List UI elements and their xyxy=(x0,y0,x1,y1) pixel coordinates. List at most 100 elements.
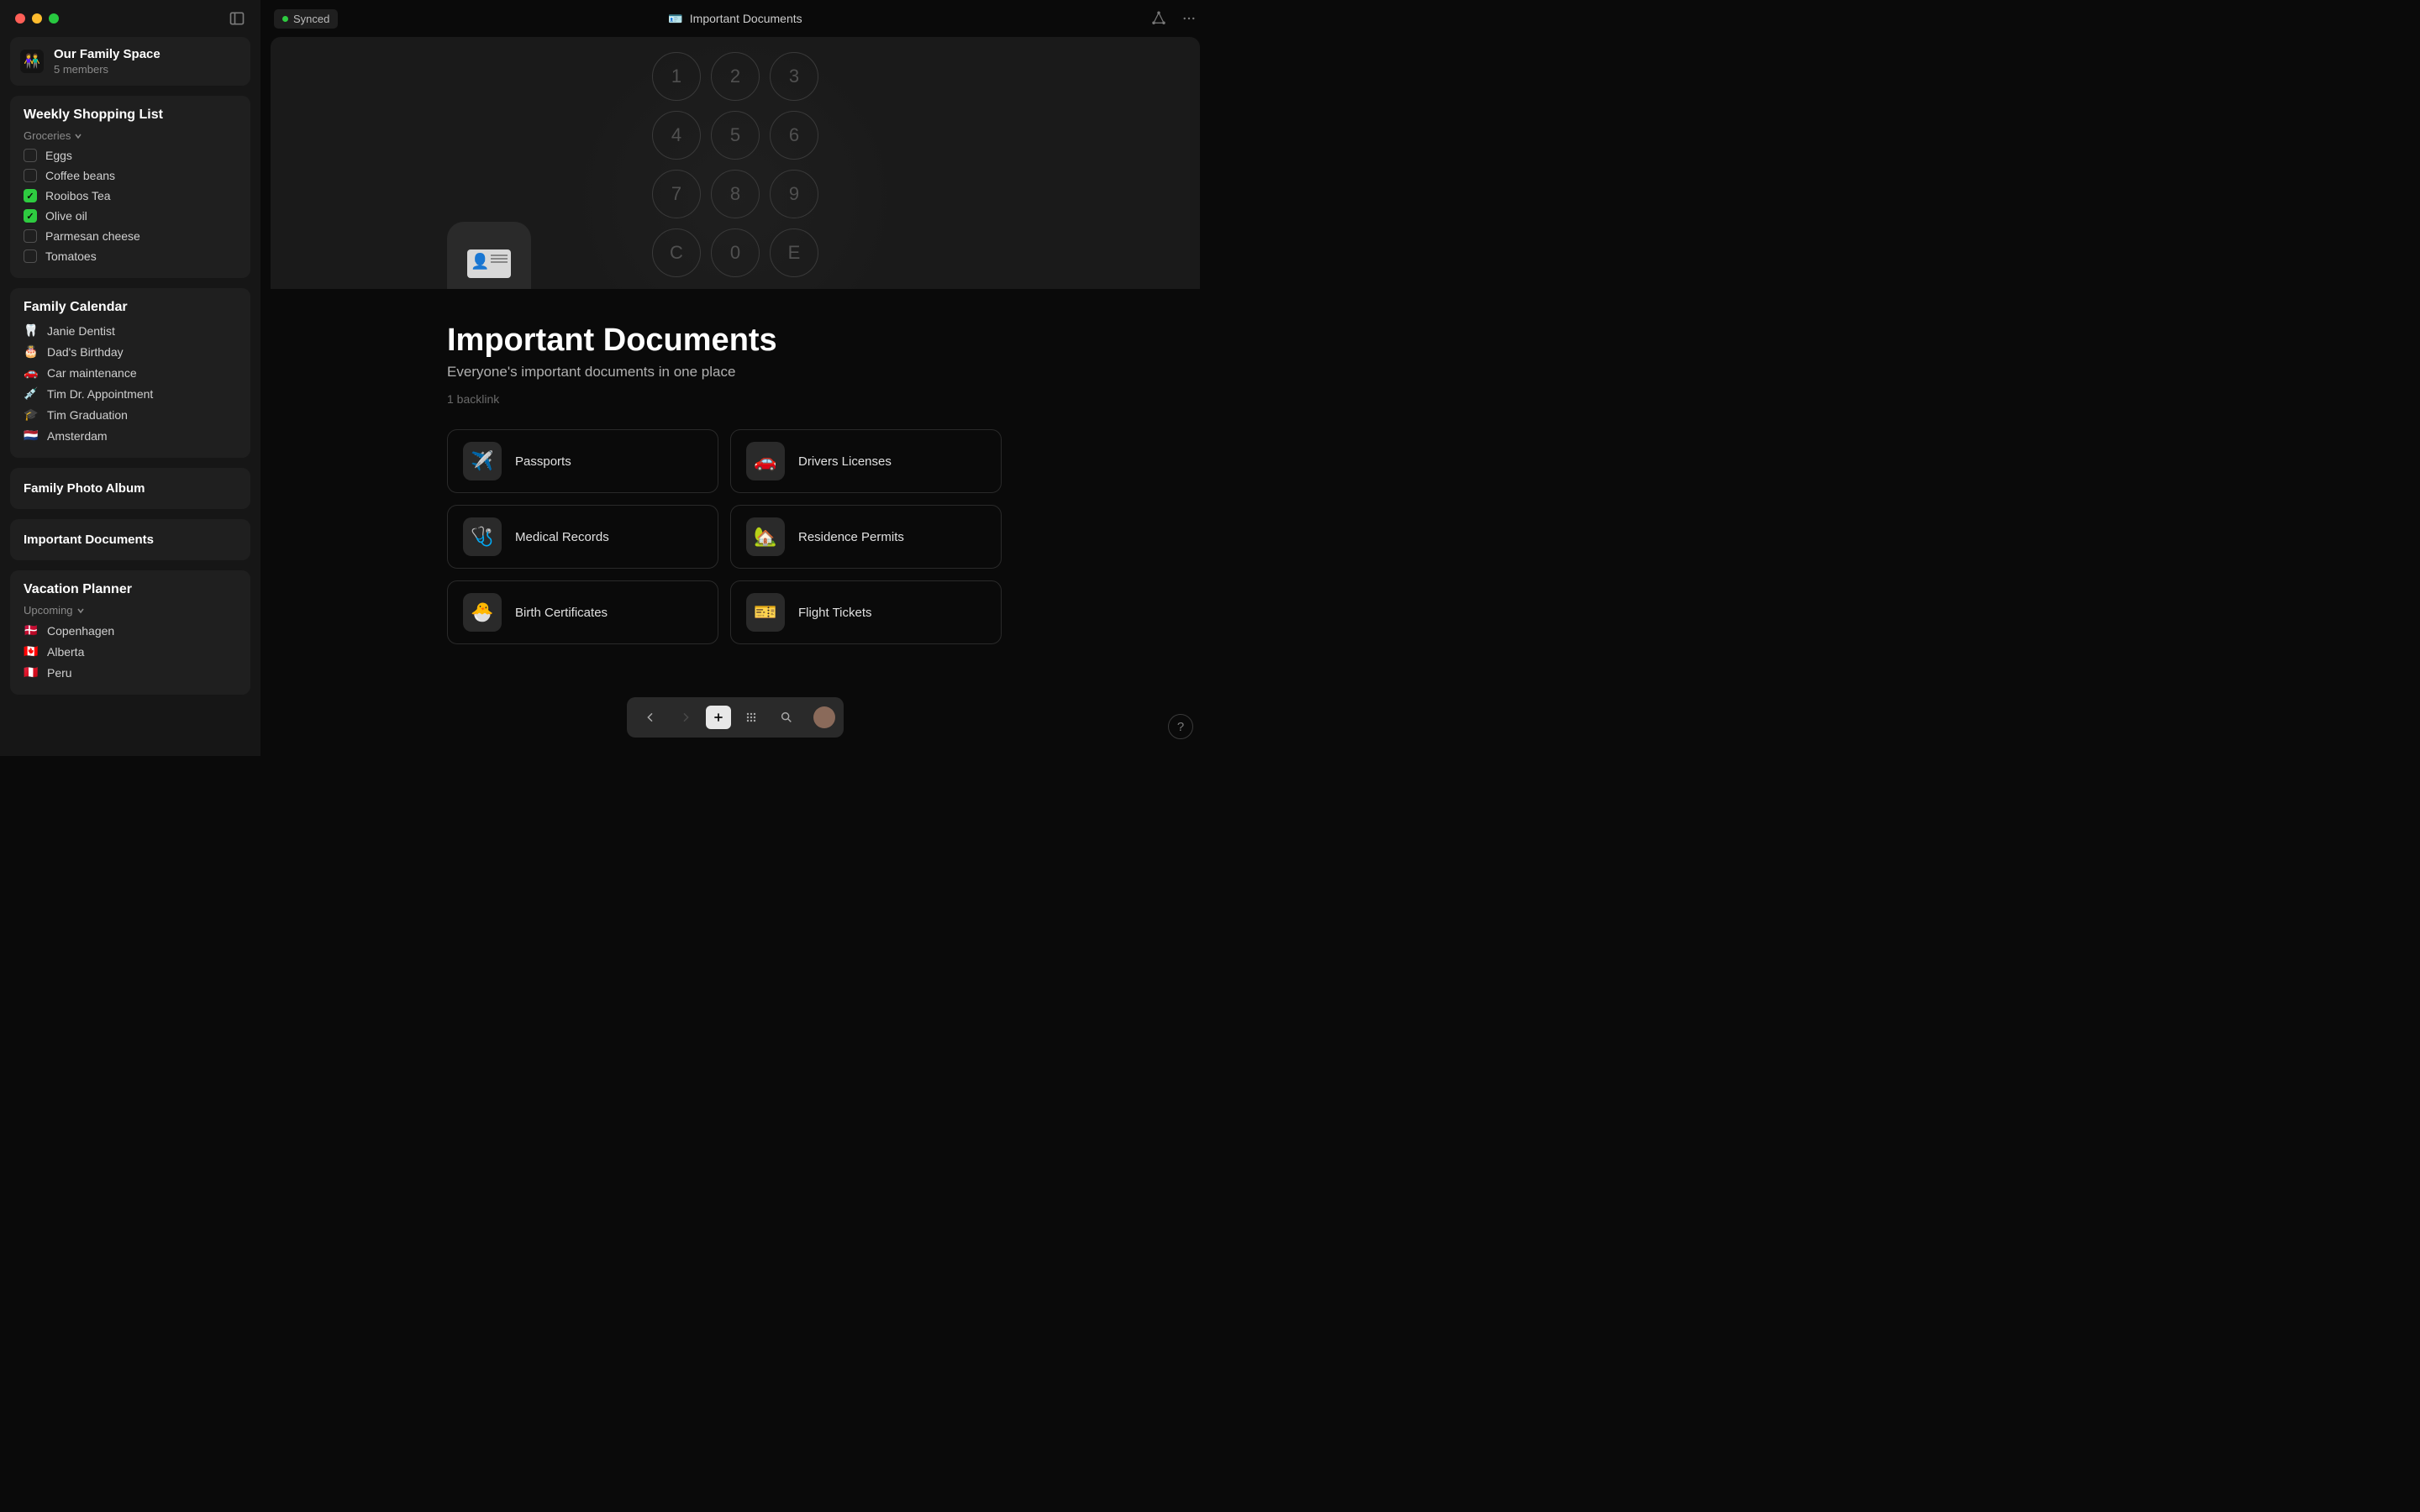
calendar-item-label: Tim Graduation xyxy=(47,408,128,422)
document-label: Drivers Licenses xyxy=(798,454,892,469)
keypad-key: 1 xyxy=(652,52,701,101)
calendar-item-label: Car maintenance xyxy=(47,366,137,380)
vacation-item[interactable]: 🇵🇪 Peru xyxy=(24,662,237,683)
shopping-item-label: Eggs xyxy=(45,149,72,162)
document-card[interactable]: 🐣 Birth Certificates xyxy=(447,580,718,644)
main-area: Synced 🪪 Important Documents 123456789C0… xyxy=(260,0,1210,756)
shopping-item[interactable]: Eggs xyxy=(24,145,237,165)
topbar: Synced 🪪 Important Documents xyxy=(260,0,1210,37)
workspace-name: Our Family Space xyxy=(54,47,160,61)
document-icon: 🚗 xyxy=(746,442,785,480)
shopping-item[interactable]: Tomatoes xyxy=(24,246,237,266)
nav-forward-button[interactable] xyxy=(671,704,701,731)
keypad-key: 7 xyxy=(652,170,701,218)
sync-badge[interactable]: Synced xyxy=(274,9,338,29)
add-button[interactable] xyxy=(706,706,731,729)
checkbox[interactable] xyxy=(24,189,37,202)
maximize-window-button[interactable] xyxy=(49,13,59,24)
calendar-item-emoji: 🎓 xyxy=(24,407,39,422)
apps-button[interactable] xyxy=(736,704,766,731)
vacation-item-label: Peru xyxy=(47,666,72,680)
checkbox[interactable] xyxy=(24,169,37,182)
checkbox[interactable] xyxy=(24,249,37,263)
close-window-button[interactable] xyxy=(15,13,25,24)
calendar-item-label: Janie Dentist xyxy=(47,324,115,338)
page-title[interactable]: Important Documents xyxy=(447,323,1023,359)
shopping-item-label: Rooibos Tea xyxy=(45,189,111,202)
vacation-subhead[interactable]: Upcoming xyxy=(24,604,237,617)
keypad-decoration: 123456789C0E xyxy=(652,52,818,277)
shopping-title: Weekly Shopping List xyxy=(24,108,237,123)
chevron-down-icon xyxy=(76,606,85,615)
calendar-item[interactable]: 🎂Dad's Birthday xyxy=(24,341,237,362)
toggle-sidebar-icon[interactable] xyxy=(229,10,245,27)
shopping-item-label: Parmesan cheese xyxy=(45,229,140,243)
calendar-item[interactable]: 🎓 Tim Graduation xyxy=(24,404,237,425)
keypad-key: 6 xyxy=(770,111,818,160)
search-button[interactable] xyxy=(771,704,802,731)
sync-label: Synced xyxy=(293,13,329,25)
keypad-key: 4 xyxy=(652,111,701,160)
id-card-icon xyxy=(467,249,511,278)
nav-back-button[interactable] xyxy=(635,704,666,731)
document-label: Flight Tickets xyxy=(798,606,872,620)
graph-icon[interactable] xyxy=(1151,11,1166,26)
traffic-lights xyxy=(15,13,59,24)
breadcrumb[interactable]: 🪪 Important Documents xyxy=(668,12,802,26)
checkbox[interactable] xyxy=(24,229,37,243)
calendar-item-emoji: 💉 xyxy=(24,386,39,401)
minimize-window-button[interactable] xyxy=(32,13,42,24)
shopping-item-label: Olive oil xyxy=(45,209,87,223)
photo-album-panel[interactable]: Family Photo Album xyxy=(10,468,250,509)
important-documents-label: Important Documents xyxy=(24,533,237,547)
document-card[interactable]: 🚗 Drivers Licenses xyxy=(730,429,1002,493)
workspace-icon: 👫 xyxy=(20,50,44,73)
workspace-subtitle: 5 members xyxy=(54,63,160,76)
document-icon: 🏡 xyxy=(746,517,785,556)
checkbox[interactable] xyxy=(24,149,37,162)
shopping-item[interactable]: Rooibos Tea xyxy=(24,186,237,206)
breadcrumb-icon: 🪪 xyxy=(668,12,682,26)
help-button[interactable]: ? xyxy=(1168,714,1193,739)
document-label: Passports xyxy=(515,454,571,469)
calendar-item[interactable]: 💉Tim Dr. Appointment xyxy=(24,383,237,404)
more-icon[interactable] xyxy=(1181,11,1197,26)
important-documents-panel[interactable]: Important Documents xyxy=(10,519,250,560)
user-avatar[interactable] xyxy=(813,706,835,728)
page-subtitle: Everyone's important documents in one pl… xyxy=(447,364,1023,381)
document-icon: 🐣 xyxy=(463,593,502,632)
shopping-item[interactable]: Coffee beans xyxy=(24,165,237,186)
document-label: Medical Records xyxy=(515,530,609,544)
document-card[interactable]: 🏡Residence Permits xyxy=(730,505,1002,569)
keypad-key: 3 xyxy=(770,52,818,101)
vacation-item-emoji: 🇩🇰 xyxy=(24,623,39,638)
sync-dot-icon xyxy=(282,16,288,22)
document-label: Birth Certificates xyxy=(515,606,608,620)
shopping-item-label: Coffee beans xyxy=(45,169,115,182)
document-card[interactable]: 🩺Medical Records xyxy=(447,505,718,569)
calendar-panel: Family Calendar 🦷Janie Dentist🎂Dad's Bir… xyxy=(10,288,250,458)
document-grid: ✈️ Passports 🚗 Drivers Licenses 🩺Medical Rec… xyxy=(447,429,1002,644)
backlink-count[interactable]: 1 backlink xyxy=(447,392,1023,406)
vacation-item[interactable]: 🇨🇦Alberta xyxy=(24,641,237,662)
vacation-item[interactable]: 🇩🇰Copenhagen xyxy=(24,620,237,641)
calendar-item[interactable]: 🦷Janie Dentist xyxy=(24,320,237,341)
shopping-item[interactable]: Parmesan cheese xyxy=(24,226,237,246)
shopping-item-label: Tomatoes xyxy=(45,249,97,263)
workspace-card[interactable]: 👫 Our Family Space 5 members xyxy=(10,37,250,86)
shopping-subhead[interactable]: Groceries xyxy=(24,129,237,142)
shopping-panel: Weekly Shopping List Groceries Eggs Coffe… xyxy=(10,96,250,278)
calendar-item-label: Amsterdam xyxy=(47,429,108,443)
shopping-item[interactable]: Olive oil xyxy=(24,206,237,226)
vacation-item-label: Alberta xyxy=(47,645,84,659)
calendar-item[interactable]: 🚗Car maintenance xyxy=(24,362,237,383)
vacation-item-emoji: 🇵🇪 xyxy=(24,665,39,680)
page-icon[interactable] xyxy=(447,222,531,289)
document-icon: ✈️ xyxy=(463,442,502,480)
document-card[interactable]: 🎫Flight Tickets xyxy=(730,580,1002,644)
keypad-key: 8 xyxy=(711,170,760,218)
calendar-item[interactable]: 🇳🇱Amsterdam xyxy=(24,425,237,446)
breadcrumb-title: Important Documents xyxy=(690,12,802,25)
document-card[interactable]: ✈️ Passports xyxy=(447,429,718,493)
checkbox[interactable] xyxy=(24,209,37,223)
